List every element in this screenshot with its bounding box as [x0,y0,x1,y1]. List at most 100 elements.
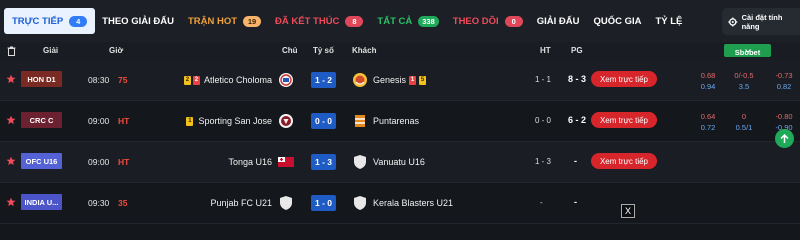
watch-live-button[interactable]: Xem trực tiếp [591,71,657,87]
scroll-to-top-button[interactable] [775,129,794,148]
red-card-count: 1 [409,75,417,85]
match-minute: 75 [118,75,128,85]
header-away: Khách [352,46,377,55]
tab-following[interactable]: THEO DÕI 0 [446,8,530,34]
home-team-logo-icon [279,73,293,87]
bookmaker-value: Sbobet [734,48,761,57]
odds-value: 0.82 [776,82,792,91]
yellow-card-count: 1 [186,116,194,126]
tab-all[interactable]: TẤT CẢ 338 [370,8,445,34]
away-team[interactable]: Puntarenas [373,116,419,126]
league-badge[interactable]: CRC C [21,112,62,128]
header-ht: HT [540,46,551,55]
home-team[interactable]: Tonga U16 [228,157,272,167]
tab-by-league-label: THEO GIẢI ĐẤU [102,15,174,27]
home-team[interactable]: 1 Sporting San Jose [186,116,272,126]
odds-value: 0.94 [700,82,716,91]
odds-value: 0/-0.5 [734,71,754,80]
trash-icon[interactable] [7,46,16,56]
away-team[interactable]: Genesis 1 5 [373,75,427,85]
favorite-star-icon[interactable] [6,115,16,125]
header-score: Tỷ số [313,46,334,55]
table-header: Giải Giờ Chủ Tỷ số Khách HT PG Sbobet [0,42,800,60]
tab-hot-label: TRẬN HOT [187,15,238,27]
corner-count: 8 - 3 [568,74,587,84]
match-status: HT [118,157,130,167]
away-team-logo-icon [353,73,367,87]
corner-count: - [574,197,577,207]
tab-finished-label: ĐÃ KẾT THÚC [275,15,340,27]
score-box[interactable]: 1 - 3 [311,154,336,170]
favorite-star-icon[interactable] [6,197,16,207]
odds-value: -0.73 [775,71,793,80]
corner-count: - [574,156,577,166]
away-team-logo-icon [355,115,365,127]
tonga-flag-icon [278,157,294,167]
league-badge[interactable]: HON D1 [21,71,62,87]
match-row[interactable]: INDIA U... 09:30 35 Punjab FC U21 1 - 0 … [0,183,800,224]
tab-live[interactable]: TRỰC TIẾP 4 [4,8,96,34]
match-time: 09:00 [88,157,110,167]
tab-countries[interactable]: QUỐC GIA [586,8,648,34]
away-team[interactable]: Vanuatu U16 [373,157,425,167]
close-ad-button[interactable]: X [621,204,635,218]
tab-leagues[interactable]: GIẢI ĐẤU [530,8,587,34]
header-pg: PG [571,46,583,55]
away-team-name: Kerala Blasters U21 [373,198,454,208]
odds-handicap[interactable]: 0.64 0.72 [688,112,728,132]
away-team-logo-icon [354,155,366,169]
home-team[interactable]: Punjab FC U21 [210,198,272,208]
tab-odds-label: TỶ LỆ [655,15,683,27]
tab-finished[interactable]: ĐÃ KẾT THÚC 8 [268,8,370,34]
header-home: Chủ [282,46,298,55]
league-badge[interactable]: INDIA U... [21,194,62,210]
odds-handicap[interactable]: 0.68 0.94 [688,71,728,91]
tab-by-league[interactable]: THEO GIẢI ĐẤU [95,8,181,34]
league-badge[interactable]: OFC U16 [21,153,62,169]
tab-odds[interactable]: TỶ LỆ [648,8,689,34]
halftime-score: 1 - 3 [535,157,552,166]
away-team[interactable]: Kerala Blasters U21 [373,198,453,208]
tab-hot[interactable]: TRẬN HOT 19 [181,8,268,34]
score-box[interactable]: 1 - 2 [311,72,336,88]
home-team-name: Atletico Choloma [203,75,272,85]
odds-value: 0.72 [700,123,716,132]
halftime-score: - [540,198,543,207]
tab-following-label: THEO DÕI [452,15,499,27]
odds-line[interactable]: 0 0.5/1 [724,112,764,132]
home-team-name: Punjab FC U21 [210,198,272,208]
score-box[interactable]: 1 - 0 [311,195,336,211]
score-box[interactable]: 0 - 0 [311,113,336,129]
away-team-name: Genesis [373,75,407,85]
odds-line[interactable]: 0/-0.5 3.5 [724,71,764,91]
away-team-name: Puntarenas [373,116,420,126]
arrow-up-icon [780,133,789,143]
settings-label: Cài đặt tính năng [741,12,783,31]
odds-overunder[interactable]: -0.73 0.82 [764,71,800,91]
favorite-star-icon[interactable] [6,74,16,84]
match-time: 09:00 [88,116,110,126]
odds-value: 0.64 [700,112,716,121]
yellow-card-count: 2 [183,75,191,85]
match-row[interactable]: OFC U16 09:00 HT Tonga U16 1 - 3 Vanuatu… [0,142,800,183]
match-time: 09:30 [88,198,110,208]
match-status: HT [118,116,130,126]
header-league: Giải [43,46,59,55]
tab-all-count: 338 [418,15,439,27]
match-row[interactable]: CRC C 09:00 HT 1 Sporting San Jose 0 - 0… [0,101,800,142]
favorite-star-icon[interactable] [6,156,16,166]
home-team[interactable]: 2 2 Atletico Choloma [183,75,272,85]
filter-tabs: TRỰC TIẾP 4 THEO GIẢI ĐẤU TRẬN HOT 19 ĐÃ… [0,0,800,42]
tab-live-count: 4 [69,15,88,27]
watch-live-button[interactable]: Xem trực tiếp [591,153,657,169]
settings-button[interactable]: Cài đặt tính năng [722,8,800,35]
watch-live-button[interactable]: Xem trực tiếp [591,112,657,128]
header-time: Giờ [109,46,124,55]
bookmaker-select[interactable]: Sbobet [724,44,771,57]
match-time: 08:30 [88,75,110,85]
red-card-count: 2 [192,75,200,85]
home-team-logo-icon [280,196,292,210]
odds-value: -0.80 [775,112,793,121]
match-row[interactable]: HON D1 08:30 75 2 2 Atletico Choloma 1 -… [0,60,800,101]
away-team-name: Vanuatu U16 [373,157,425,167]
